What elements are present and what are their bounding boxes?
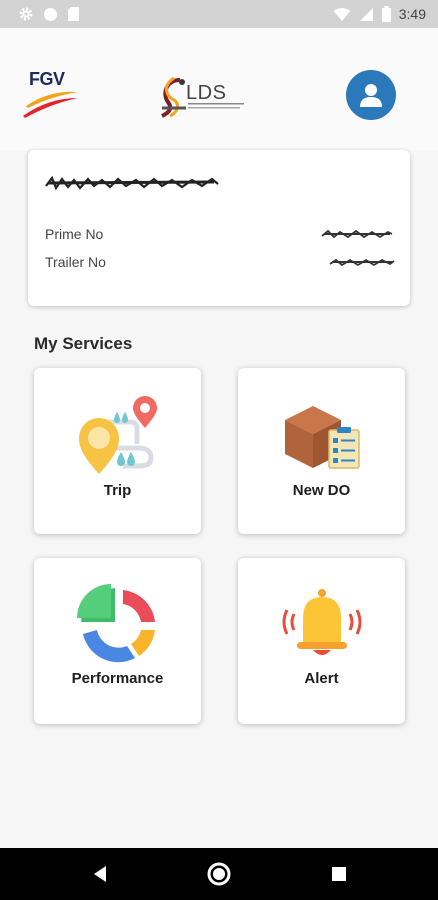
box-checklist-icon bbox=[285, 406, 360, 469]
prime-no-label: Prime No bbox=[45, 226, 104, 242]
gear-icon bbox=[19, 7, 33, 21]
ilds-logo-text: LDS bbox=[186, 82, 226, 104]
sd-card-icon bbox=[68, 7, 79, 21]
service-tile-new-do[interactable]: New DO bbox=[238, 368, 405, 534]
redacted-driver-name bbox=[45, 175, 219, 191]
status-time: 3:49 bbox=[398, 6, 426, 22]
service-label-performance: Performance bbox=[71, 670, 164, 687]
redacted-trailer-no bbox=[329, 258, 395, 267]
service-label-new-do: New DO bbox=[292, 482, 351, 499]
service-label-alert: Alert bbox=[304, 670, 339, 687]
user-icon bbox=[360, 84, 382, 107]
ilds-logo: LDS bbox=[158, 72, 254, 118]
profile-avatar-button[interactable] bbox=[346, 70, 396, 120]
battery-icon bbox=[381, 6, 391, 22]
service-tile-trip[interactable]: Trip bbox=[34, 368, 201, 534]
my-services-title: My Services bbox=[34, 334, 133, 353]
signal-icon bbox=[359, 7, 373, 21]
circle-icon bbox=[44, 7, 57, 21]
fgv-logo: FGV bbox=[20, 68, 82, 120]
route-map-icon bbox=[79, 396, 157, 474]
service-label-trip: Trip bbox=[103, 482, 132, 499]
back-button[interactable] bbox=[86, 860, 114, 888]
service-tile-alert[interactable]: Alert bbox=[238, 558, 405, 724]
status-bar: 3:49 bbox=[0, 0, 438, 28]
system-nav-bar bbox=[0, 848, 438, 900]
home-button[interactable] bbox=[205, 860, 233, 888]
recents-button[interactable] bbox=[325, 860, 353, 888]
vehicle-info-card: Prime No Trailer No bbox=[28, 150, 410, 306]
redacted-prime-no bbox=[321, 229, 393, 239]
app-header: FGV LDS bbox=[0, 28, 438, 150]
pie-chart-icon bbox=[77, 584, 155, 663]
service-tile-performance[interactable]: Performance bbox=[34, 558, 201, 724]
trailer-no-label: Trailer No bbox=[45, 254, 106, 270]
wifi-icon bbox=[333, 7, 351, 21]
bell-icon bbox=[282, 589, 362, 655]
